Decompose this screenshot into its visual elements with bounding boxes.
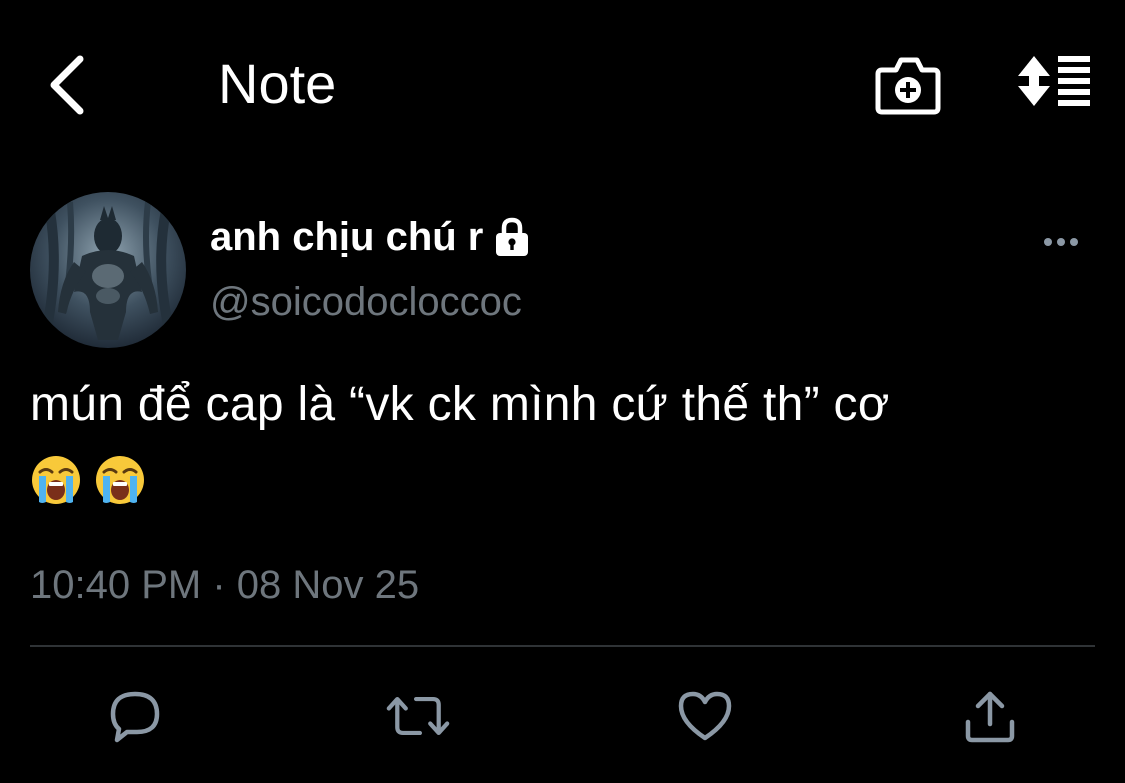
tweet-timestamp: 10:40 PM · 08 Nov 25 (30, 563, 420, 607)
back-button[interactable] (38, 50, 98, 120)
reply-bubble-icon (110, 691, 160, 743)
sort-button[interactable] (1010, 50, 1094, 116)
page-title: Note (218, 52, 337, 115)
loudly-crying-face-icon (96, 456, 144, 504)
chevron-left-icon (50, 55, 84, 115)
avatar[interactable] (30, 192, 186, 348)
top-bar: Note (0, 0, 1125, 170)
display-name: anh chịu chú r (210, 215, 484, 259)
retweet-button[interactable] (386, 684, 450, 748)
tweet-emojis (30, 454, 146, 514)
sort-lines-icon (1018, 56, 1090, 106)
more-options-button[interactable] (1036, 222, 1086, 262)
tweet-text: mún để cap là “vk ck mình cứ thế th” cơ (30, 378, 890, 431)
author-name-row[interactable]: anh chịu chú r (210, 210, 533, 264)
camera-plus-icon (875, 57, 941, 115)
retweet-icon (386, 696, 450, 736)
heart-icon (678, 691, 732, 741)
divider (30, 645, 1095, 647)
lock-icon (496, 217, 529, 256)
more-horizontal-icon (1044, 238, 1078, 246)
reply-button[interactable] (103, 684, 167, 748)
loudly-crying-face-icon (32, 456, 80, 504)
author-handle[interactable]: @soicodocloccoc (210, 276, 522, 328)
werewolf-avatar-icon (30, 192, 186, 348)
camera-button[interactable] (872, 52, 944, 118)
like-button[interactable] (673, 684, 737, 748)
share-button[interactable] (958, 684, 1022, 748)
share-upload-icon (965, 691, 1015, 743)
